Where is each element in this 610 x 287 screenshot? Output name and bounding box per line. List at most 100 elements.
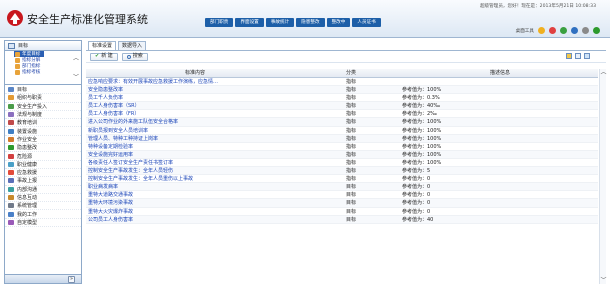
collapse-icon[interactable]: » xyxy=(68,276,75,283)
tab-data-import[interactable]: 数据导入 xyxy=(118,41,147,50)
table-row[interactable]: 应急响应要求：有效开展事故应急救援工作演练，应急情… 指标 xyxy=(86,78,598,87)
row-content[interactable]: 安全设施完好运用率 xyxy=(86,151,302,158)
sidebar-item-facilities[interactable]: 装置设施 xyxy=(5,127,81,136)
submenu-indicator-assessment[interactable]: 指标考核 xyxy=(5,69,81,75)
model-icon xyxy=(8,219,14,225)
folder-icon[interactable] xyxy=(566,53,572,59)
tab-standard-settings[interactable]: 标准设置 xyxy=(88,41,117,50)
table-row[interactable]: 员工人身伤害率（SR） 指标 参考值为：40‰ xyxy=(86,102,598,111)
sidebar-item-accident-report[interactable]: 事故上报 xyxy=(5,177,81,186)
chevron-up-icon[interactable]: ︿ xyxy=(73,53,79,62)
row-content[interactable]: 控制安全生产事故发生：全年人员轻伤 xyxy=(86,167,302,174)
search-button[interactable]: 搜索 xyxy=(121,52,148,61)
row-content[interactable]: 新职员报到安全人员培训率 xyxy=(86,127,302,134)
sidebar-item-custom-model[interactable]: 自定模型 xyxy=(5,219,81,228)
top-tab-hazard-rectify[interactable]: 隐患整改 xyxy=(296,18,325,27)
row-content[interactable]: 管理人员、特种工种持证上岗率 xyxy=(86,135,302,142)
chevron-down-icon[interactable]: ﹀ xyxy=(600,277,607,284)
row-content[interactable]: 特种设备定期检验率 xyxy=(86,143,302,150)
table-row[interactable]: 职业病发病率 目标 参考值为：0 xyxy=(86,183,598,192)
chevron-down-icon[interactable]: ﹀ xyxy=(73,72,79,81)
row-content[interactable]: 各级责任人签订安全生产责任书签订率 xyxy=(86,159,302,166)
table-row[interactable]: 各级责任人签订安全生产责任书签订率 指标 参考值为：100% xyxy=(86,159,598,168)
sidebar-item-my-work[interactable]: 我的工作 xyxy=(5,210,81,219)
row-description: 参考值为：0 xyxy=(402,176,431,183)
table-row[interactable]: 进入公司作业的外来施工队伍安全合格率 指标 参考值为：100% xyxy=(86,118,598,127)
grid-icon[interactable] xyxy=(575,53,581,59)
top-tab-accident-stats[interactable]: 事故统计 xyxy=(265,18,295,27)
sidebar-item-target[interactable]: 目标 xyxy=(5,86,81,95)
submenu-scrollbar[interactable]: ︿ ﹀ xyxy=(73,53,79,81)
help-icon[interactable] xyxy=(571,27,578,34)
top-tab-in-rectify[interactable]: 整改中 xyxy=(326,18,351,27)
refresh-icon[interactable] xyxy=(560,27,567,34)
sidebar-item-organization[interactable]: 组织与职责 xyxy=(5,94,81,103)
work-icon xyxy=(8,211,14,217)
table-row[interactable]: 安全隐患整改率 指标 参考值为：100% xyxy=(86,86,598,95)
home-icon[interactable] xyxy=(549,27,556,34)
sidebar-item-system[interactable]: 系统管理 xyxy=(5,202,81,211)
row-category: 指标 xyxy=(345,127,356,134)
table-row[interactable]: 重特大道路交通事故 目标 参考值为：0 xyxy=(86,191,598,200)
sidebar-item-training[interactable]: 教育培训 xyxy=(5,119,81,128)
sidebar-item-health[interactable]: 职业健康 xyxy=(5,161,81,169)
sidebar-item-investment[interactable]: 安全生产投入 xyxy=(5,103,81,111)
row-content[interactable]: 员工千人负伤率 xyxy=(86,94,302,101)
warning-icon xyxy=(8,153,14,159)
health-icon xyxy=(8,161,14,167)
sidebar-list: 目标 组织与职责 安全生产投入 法规与制度 教育培训 装置设施 作业安全 隐患整… xyxy=(5,85,81,228)
row-content[interactable]: 公司员工人身伤害率 xyxy=(86,216,302,223)
sidebar-item-communication[interactable]: 内部沟通 xyxy=(5,186,81,194)
top-tab-dept-duty[interactable]: 部门职责 xyxy=(205,18,234,27)
sidebar-item-interaction[interactable]: 信息互动 xyxy=(5,194,81,203)
row-content[interactable]: 重特大环境污染事故 xyxy=(86,199,302,206)
sidebar-item-hazard[interactable]: 隐患整改 xyxy=(5,144,81,153)
table-row[interactable]: 新职员报到安全人员培训率 指标 参考值为：100% xyxy=(86,127,598,135)
row-content[interactable]: 控制安全生产事故发生：全年人员重伤以上事故 xyxy=(86,175,302,182)
table-row[interactable]: 公司员工人身伤害率 目标 参考值为：40 xyxy=(86,215,598,224)
col-description[interactable]: 描述信息 xyxy=(400,69,598,77)
table-row[interactable]: 特种设备定期检验率 指标 参考值为：100% xyxy=(86,143,598,151)
table-row[interactable]: 控制安全生产事故发生：全年人员重伤以上事故 指标 参考值为：0 xyxy=(86,175,598,184)
settings-icon[interactable] xyxy=(582,27,589,34)
row-category: 指标 xyxy=(345,151,356,158)
chevron-up-icon[interactable]: ︿ xyxy=(600,69,607,76)
row-content[interactable]: 员工人身伤害率（SR） xyxy=(86,102,302,109)
row-content[interactable]: 职业病发病率 xyxy=(86,183,302,190)
top-nav: 部门职责 界面设置 事故统计 隐患整改 整改中 人员证书 xyxy=(205,18,381,27)
row-content[interactable]: 员工人身伤害率（FR） xyxy=(86,110,302,117)
row-category: 指标 xyxy=(345,159,356,166)
new-button[interactable]: ✔ 新 建 xyxy=(90,52,118,61)
col-category[interactable]: 分类 xyxy=(302,69,400,77)
table-row[interactable]: 重特大环境污染事故 目标 参考值为：0 xyxy=(86,199,598,208)
sidebar-item-emergency[interactable]: 应急救援 xyxy=(5,169,81,178)
table-row[interactable]: 员工人身伤害率（FR） 指标 参考值为：2‰ xyxy=(86,110,598,119)
sidebar-item-regulations[interactable]: 法规与制度 xyxy=(5,111,81,120)
export-icon[interactable] xyxy=(584,53,590,59)
user-info: 超级管理员，您好！现在是：2013年5月21日 10:08:33 xyxy=(479,4,596,9)
row-content[interactable]: 重特大道路交通事故 xyxy=(86,191,302,198)
table-row[interactable]: 安全设施完好运用率 指标 参考值为：100% xyxy=(86,150,598,159)
sidebar-header[interactable]: 目标 xyxy=(5,41,81,51)
sidebar-footer: » xyxy=(5,274,81,283)
table-row[interactable]: 重特大火灾爆炸事故 目标 参考值为：0 xyxy=(86,208,598,216)
row-content[interactable]: 安全隐患整改率 xyxy=(86,86,302,93)
exit-icon[interactable] xyxy=(593,27,600,34)
row-category: 指标 xyxy=(345,168,356,175)
row-content[interactable]: 进入公司作业的外来施工队伍安全合格率 xyxy=(86,118,302,125)
row-content[interactable]: 应急响应要求：有效开展事故应急救援工作演练，应急情… xyxy=(86,78,302,85)
top-tab-certificates[interactable]: 人员证书 xyxy=(352,18,381,27)
sidebar-item-danger-source[interactable]: 危险源 xyxy=(5,152,81,161)
col-content[interactable]: 标准内容 xyxy=(86,69,302,77)
table-scrollbar[interactable]: ︿ ﹀ xyxy=(599,69,607,284)
report-icon xyxy=(8,178,14,184)
table-row[interactable]: 管理人员、特种工种持证上岗率 指标 参考值为：100% xyxy=(86,134,598,143)
sidebar-item-work-safety[interactable]: 作业安全 xyxy=(5,136,81,145)
star-icon[interactable] xyxy=(538,27,545,34)
info-icon xyxy=(8,195,14,200)
table-row[interactable]: 控制安全生产事故发生：全年人员轻伤 指标 参考值为：5 xyxy=(86,167,598,176)
top-tab-ui-settings[interactable]: 界面设置 xyxy=(235,18,264,27)
table-row[interactable]: 员工千人负伤率 指标 参考值为：0.3% xyxy=(86,94,598,103)
row-category: 目标 xyxy=(345,208,356,215)
row-content[interactable]: 重特大火灾爆炸事故 xyxy=(86,208,302,215)
